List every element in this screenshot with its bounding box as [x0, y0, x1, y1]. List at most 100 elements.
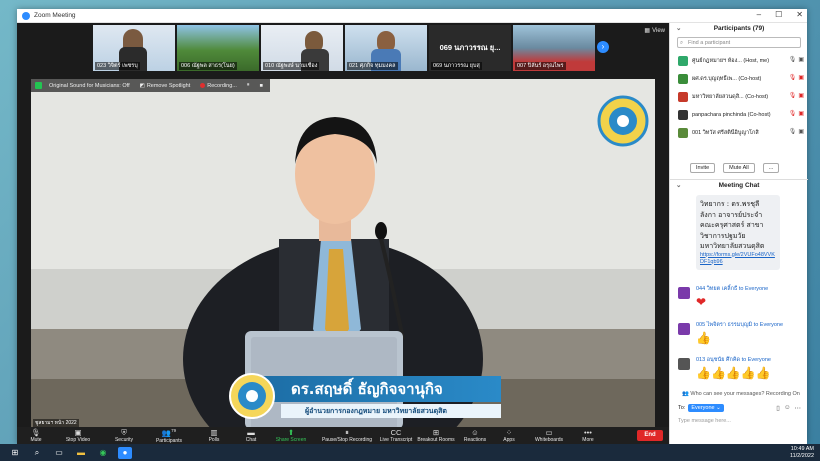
- thumbs-up-icon: 👍👍👍👍👍: [696, 366, 771, 380]
- share-screen-button[interactable]: ⬆ Share Screen: [265, 427, 317, 444]
- whiteboards-label: Whiteboards: [534, 436, 564, 443]
- shield-icon: ⛨: [121, 427, 127, 437]
- participant-row[interactable]: ศูนย์กฎหมายฯ ห้อง... (Host, me) 🎙 ▣: [670, 52, 808, 70]
- file-icon[interactable]: ▯: [776, 404, 780, 412]
- name-banner: ดร.สฤษดิ์ ธัญกิจจานุกิจ ผู้อำนวยการกองกฎ…: [221, 373, 511, 423]
- pause-stop-recording-button[interactable]: ⏸ Pause/Stop Recording: [317, 427, 377, 444]
- avatar: [678, 358, 690, 370]
- more-icon: •••: [584, 427, 592, 437]
- windows-start-icon[interactable]: ⊞: [8, 447, 22, 459]
- participant-list: ศูนย์กฎหมายฯ ห้อง... (Host, me) 🎙 ▣ ผศ.ดร…: [670, 52, 808, 142]
- polls-button[interactable]: ▥ Polls: [191, 427, 237, 444]
- side-panel: ⌄ Participants (79) ⌕ Find a participant…: [669, 23, 808, 444]
- collapse-chevron-icon[interactable]: ⌄: [676, 23, 681, 35]
- security-label: Security: [114, 436, 134, 443]
- participant-thumbnail[interactable]: 006 ณัฐพล สาธร(โนย): [177, 25, 259, 71]
- file-explorer-icon[interactable]: ▬: [74, 447, 88, 459]
- reactions-label: Reactions: [463, 436, 487, 443]
- clock-time: 10:49 AM: [790, 446, 814, 452]
- chat-message-header: 013 อนุชนัย ศึกคิด to Everyone: [696, 357, 771, 363]
- view-button[interactable]: ▦ View: [644, 27, 665, 35]
- more-icon[interactable]: ⋯: [795, 404, 802, 412]
- heart-reaction-icon: ❤: [696, 295, 707, 309]
- close-icon[interactable]: ✕: [796, 10, 803, 19]
- reactions-button[interactable]: ☺ Reactions: [457, 427, 493, 444]
- chat-message: 005 ไพจิตรา ธรรมบุญมิ to Everyone 👍: [678, 321, 804, 345]
- strip-next-icon[interactable]: ›: [597, 41, 609, 53]
- participants-more-button[interactable]: ...: [762, 163, 780, 173]
- participant-big-label: 069 นภาวรรณ ยุ...: [439, 43, 501, 52]
- clock-date: 11/2/2022: [789, 452, 814, 459]
- live-transcript-label: Live Transcript: [379, 436, 413, 443]
- mute-button[interactable]: 🎙 Mute: [17, 427, 55, 444]
- whiteboards-button[interactable]: ▭ Whiteboards: [525, 427, 573, 444]
- participant-thumbnail[interactable]: 007 ปิลันร์ อรุณไพร: [513, 25, 595, 71]
- participant-thumbnail[interactable]: 010 ณัฐพงษ์ นามเชื่อง: [261, 25, 343, 71]
- avatar: [678, 74, 688, 84]
- pause-recording-icon[interactable]: ⏸: [244, 82, 253, 89]
- polls-icon: ▥: [210, 427, 218, 437]
- avatar: [678, 110, 688, 120]
- more-button[interactable]: ••• More: [573, 427, 603, 444]
- chat-button[interactable]: ▬ Chat: [237, 427, 265, 444]
- participant-search-input[interactable]: ⌕ Find a participant: [677, 37, 801, 48]
- maximize-icon[interactable]: ☐: [775, 10, 782, 19]
- live-transcript-button[interactable]: CC Live Transcript: [377, 427, 415, 444]
- muted-microphone-icon: 🎙: [788, 111, 797, 117]
- invite-button[interactable]: Invite: [690, 163, 716, 173]
- apps-button[interactable]: ⁘ Apps: [493, 427, 525, 444]
- mute-all-button[interactable]: Mute All: [723, 163, 755, 173]
- minimize-icon[interactable]: –: [757, 10, 761, 19]
- participant-thumbnail[interactable]: 021 ศุภกิจ ทุมมงคล: [345, 25, 427, 71]
- chat-message-header: 044 วิทยต เคลิ้กธี to Everyone: [696, 286, 769, 292]
- edge-browser-icon[interactable]: ◉: [96, 447, 110, 459]
- zoom-app-icon: [22, 11, 30, 20]
- apps-icon: ⁘: [505, 427, 513, 437]
- stop-recording-icon[interactable]: ■: [257, 83, 266, 89]
- recipient-dropdown[interactable]: Everyone ⌄: [688, 404, 724, 412]
- stop-video-button[interactable]: ▣ Stop Video: [55, 427, 101, 444]
- participant-row[interactable]: 001 วิทวัส ศรีสตินิ์อิบูญาโกสิ 🎙 ▣: [670, 124, 808, 142]
- participants-count: 79: [171, 428, 177, 434]
- share-screen-label: Share Screen: [275, 436, 307, 443]
- chat-bubble-text: วิทยากร : ดร.พรชุลี ลังกา อาจารย์ประจำคณ…: [700, 200, 765, 250]
- zoom-taskbar-icon[interactable]: ●: [118, 446, 132, 459]
- video-camera-icon: ▣: [74, 427, 82, 437]
- chat-input[interactable]: Type message here...: [678, 418, 731, 424]
- video-toolbar: Original Sound for Musicians: Off ◩ Remo…: [31, 79, 270, 92]
- chat-message-header: 005 ไพจิตรา ธรรมบุญมิ to Everyone: [696, 322, 784, 328]
- microphone-icon: 🎙: [788, 57, 797, 63]
- recording-dot-icon: [200, 83, 206, 88]
- participant-row[interactable]: panpachara pinchinda (Co-host) 🎙 ▣: [670, 106, 808, 124]
- participant-thumbnail[interactable]: 023 วิจิตร์ เพชรบุ: [93, 25, 175, 71]
- end-meeting-button[interactable]: End: [637, 430, 663, 441]
- task-view-icon[interactable]: ▭: [52, 447, 66, 459]
- participant-row[interactable]: มหาวิทยาลัยสวนดุสิ... (Co-host) 🎙 ▣: [670, 88, 808, 106]
- mute-label: Mute: [30, 436, 42, 443]
- emoji-icon[interactable]: ☺: [784, 404, 791, 412]
- chat-icon: ▬: [247, 427, 255, 437]
- security-button[interactable]: ⛨ Security: [101, 427, 147, 444]
- chat-link[interactable]: https://forms.gle/2VUFo48VVKDF1qb96: [700, 252, 776, 266]
- participant-thumbnail[interactable]: 069 นภาวรรณ ยุ... 069 นภาวรรณ ยุบสุ: [429, 25, 511, 71]
- who-can-see-notice[interactable]: 👥 Who can see your messages? Recording O…: [682, 391, 800, 397]
- breakout-rooms-label: Breakout Rooms: [417, 436, 455, 443]
- chat-message-bubble: วิทยากร : ดร.พรชุลี ลังกา อาจารย์ประจำคณ…: [696, 195, 780, 270]
- speaker-video: Original Sound for Musicians: Off ◩ Remo…: [31, 79, 655, 429]
- participant-name: 069 นภาวรรณ ยุบสุ: [431, 62, 482, 70]
- remove-spotlight-button[interactable]: ◩ Remove Spotlight: [137, 83, 194, 89]
- search-icon[interactable]: ⌕: [30, 447, 44, 459]
- participant-row[interactable]: ผศ.ดร.บุญฤทธิ์เพ... (Co-host) 🎙 ▣: [670, 70, 808, 88]
- video-off-icon: ▣: [798, 93, 804, 99]
- zoom-window: Zoom Meeting – ☐ ✕ 023 วิจิตร์ เพชรบุ 00…: [17, 9, 808, 444]
- banner-name: ดร.สฤษดิ์ ธัญกิจจานุกิจ: [261, 376, 501, 402]
- participant-row-name: ศูนย์กฎหมายฯ ห้อง... (Host, me): [692, 58, 770, 64]
- participant-name: 010 ณัฐพงษ์ นามเชื่อง: [263, 62, 320, 70]
- title-bar: Zoom Meeting – ☐ ✕: [17, 9, 807, 23]
- participants-title: Participants (79): [713, 25, 765, 32]
- breakout-rooms-button[interactable]: ⊞ Breakout Rooms: [415, 427, 457, 444]
- collapse-chevron-icon[interactable]: ⌄: [676, 180, 681, 192]
- video-camera-icon: ▣: [798, 57, 804, 63]
- original-sound-toggle[interactable]: Original Sound for Musicians: Off: [46, 83, 133, 89]
- participants-button[interactable]: 👥79 Participants: [147, 427, 191, 444]
